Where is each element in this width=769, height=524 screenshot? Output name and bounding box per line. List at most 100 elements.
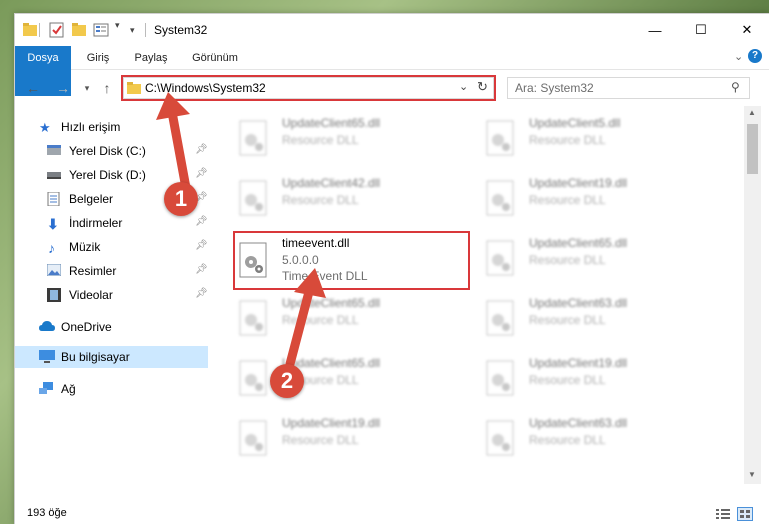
file-name: UpdateClient19.dll bbox=[529, 356, 628, 370]
pin-icon[interactable]: 📌︎ bbox=[195, 144, 208, 155]
chevron-down-icon[interactable]: ▾ bbox=[115, 20, 120, 36]
status-bar: 193 öğe bbox=[15, 504, 769, 524]
network-icon bbox=[39, 382, 53, 395]
close-button[interactable]: ✕ bbox=[724, 14, 769, 46]
callout-1: 1 bbox=[164, 182, 198, 216]
sidebar-item-label: Resimler bbox=[69, 264, 117, 278]
expand-ribbon-icon[interactable]: ⌄ bbox=[734, 50, 743, 63]
file-name: UpdateClient5.dll bbox=[529, 116, 621, 130]
file-description: Resource DLL bbox=[282, 313, 359, 327]
tab-home[interactable]: Giriş bbox=[75, 46, 121, 70]
view-options-icon[interactable] bbox=[93, 22, 109, 38]
sidebar-item-network[interactable]: Ağ bbox=[15, 378, 208, 400]
cloud-icon bbox=[39, 320, 55, 333]
file-item[interactable]: UpdateClient63.dll Resource DLL bbox=[482, 292, 718, 342]
file-highlight bbox=[233, 231, 470, 290]
file-item[interactable]: UpdateClient19.dll Resource DLL bbox=[482, 352, 718, 402]
file-description: Resource DLL bbox=[529, 193, 606, 207]
dll-file-icon bbox=[486, 300, 516, 336]
sidebar-item-label: OneDrive bbox=[61, 320, 112, 334]
sidebar-item-pictures[interactable]: Resimler 📌︎ bbox=[15, 260, 208, 282]
dll-file-icon bbox=[486, 420, 516, 456]
pin-icon[interactable]: 📌︎ bbox=[195, 264, 208, 275]
file-description: Resource DLL bbox=[282, 193, 359, 207]
file-description: Resource DLL bbox=[529, 433, 606, 447]
details-view-icon[interactable] bbox=[716, 508, 730, 523]
tiles-view-icon[interactable] bbox=[737, 507, 753, 521]
pin-icon[interactable]: 📌︎ bbox=[195, 216, 208, 227]
sidebar-item-label: Videolar bbox=[69, 288, 113, 302]
file-item[interactable]: UpdateClient65.dll Resource DLL bbox=[235, 112, 471, 162]
maximize-button[interactable]: ☐ bbox=[678, 14, 724, 46]
sidebar-item-music[interactable]: ♪ Müzik 📌︎ bbox=[15, 236, 208, 258]
dll-file-icon bbox=[239, 300, 269, 336]
folder-icon bbox=[23, 22, 37, 38]
file-name: UpdateClient19.dll bbox=[282, 416, 381, 430]
file-description: Resource DLL bbox=[282, 433, 359, 447]
dll-file-icon bbox=[239, 180, 269, 216]
dll-file-icon bbox=[239, 120, 269, 156]
file-item[interactable]: UpdateClient42.dll Resource DLL bbox=[235, 172, 471, 222]
pin-icon[interactable]: 📌︎ bbox=[195, 288, 208, 299]
file-description: Resource DLL bbox=[282, 133, 359, 147]
file-item[interactable]: UpdateClient65.dll Resource DLL bbox=[482, 232, 718, 282]
separator bbox=[145, 23, 146, 37]
scroll-up-icon[interactable]: ▲ bbox=[748, 108, 756, 117]
search-icon[interactable]: ⚲ bbox=[731, 80, 740, 94]
file-description: Resource DLL bbox=[529, 373, 606, 387]
sidebar-item-label: Hızlı erişim bbox=[61, 120, 121, 134]
search-placeholder: Ara: System32 bbox=[515, 81, 594, 95]
scroll-down-icon[interactable]: ▼ bbox=[748, 470, 756, 479]
sidebar-item-quick-access[interactable]: ★ Hızlı erişim bbox=[15, 116, 208, 138]
sidebar-item-this-pc[interactable]: Bu bilgisayar bbox=[15, 346, 208, 368]
separator bbox=[39, 23, 40, 37]
minimize-button[interactable]: — bbox=[632, 14, 678, 46]
address-highlight bbox=[121, 75, 496, 101]
back-arrow-icon[interactable]: ← bbox=[23, 79, 43, 97]
up-arrow-icon[interactable]: ↑ bbox=[97, 79, 117, 97]
file-item[interactable]: UpdateClient5.dll Resource DLL bbox=[482, 112, 718, 162]
file-name: UpdateClient65.dll bbox=[282, 296, 381, 310]
explorer-window: ▾ ▾ System32 — ☐ ✕ Dosya Giriş Paylaş Gö… bbox=[14, 13, 769, 524]
sidebar-item-drive-c[interactable]: Yerel Disk (C:) 📌︎ bbox=[15, 140, 208, 162]
vertical-scrollbar[interactable]: ▲ ▼ bbox=[744, 106, 761, 484]
file-item[interactable]: UpdateClient65.dll Resource DLL bbox=[235, 292, 471, 342]
sidebar-item-label: Yerel Disk (C:) bbox=[69, 144, 146, 158]
sidebar-item-videos[interactable]: Videolar 📌︎ bbox=[15, 284, 208, 306]
ribbon-tabs: Dosya Giriş Paylaş Görünüm ⌄ ? bbox=[15, 46, 769, 96]
file-name: UpdateClient65.dll bbox=[282, 116, 381, 130]
item-count: 193 öğe bbox=[27, 507, 67, 519]
window-title: System32 bbox=[154, 23, 208, 37]
new-folder-icon[interactable] bbox=[72, 22, 86, 38]
pictures-icon bbox=[46, 263, 62, 277]
help-icon[interactable]: ? bbox=[748, 49, 762, 63]
pin-icon[interactable]: 📌︎ bbox=[195, 168, 208, 179]
recent-locations-icon[interactable]: ▾ bbox=[77, 79, 97, 97]
file-item[interactable]: UpdateClient19.dll Resource DLL bbox=[235, 412, 471, 462]
pin-icon[interactable]: 📌︎ bbox=[195, 240, 208, 251]
sidebar-item-label: Yerel Disk (D:) bbox=[69, 168, 146, 182]
sidebar-item-label: Müzik bbox=[69, 240, 101, 254]
dll-file-icon bbox=[486, 120, 516, 156]
drive-icon bbox=[47, 168, 61, 181]
sidebar-item-label: Bu bilgisayar bbox=[61, 350, 130, 364]
file-name: UpdateClient63.dll bbox=[529, 416, 628, 430]
dll-file-icon bbox=[486, 240, 516, 276]
drive-icon bbox=[47, 144, 61, 157]
tab-view[interactable]: Görünüm bbox=[183, 46, 247, 70]
tab-share[interactable]: Paylaş bbox=[123, 46, 179, 70]
file-item[interactable]: UpdateClient19.dll Resource DLL bbox=[482, 172, 718, 222]
computer-icon bbox=[39, 350, 55, 363]
music-icon: ♪ bbox=[48, 240, 55, 256]
file-item[interactable]: UpdateClient63.dll Resource DLL bbox=[482, 412, 718, 462]
customize-toolbar-icon[interactable]: ▾ bbox=[130, 25, 135, 41]
file-description: Resource DLL bbox=[529, 313, 606, 327]
sidebar-item-label: Ağ bbox=[61, 382, 76, 396]
file-description: Resource DLL bbox=[529, 133, 606, 147]
sidebar-item-onedrive[interactable]: OneDrive bbox=[15, 316, 208, 338]
scrollbar-thumb[interactable] bbox=[747, 124, 758, 174]
star-icon: ★ bbox=[39, 120, 51, 135]
dll-file-icon bbox=[486, 180, 516, 216]
forward-arrow-icon[interactable]: → bbox=[53, 79, 73, 97]
properties-icon[interactable] bbox=[49, 22, 65, 38]
